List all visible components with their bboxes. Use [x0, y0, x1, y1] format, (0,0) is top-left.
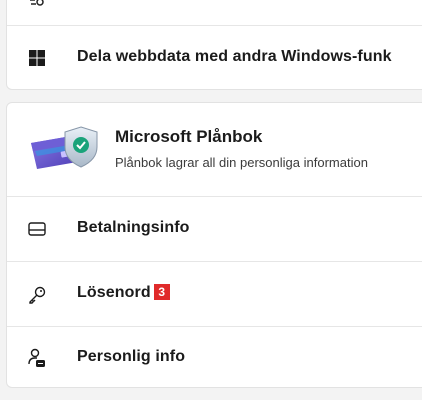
credit-card-icon: [27, 219, 47, 239]
wallet-title: Microsoft Plånbok: [115, 127, 263, 146]
passwords-label-group: Lösenord 3: [77, 284, 170, 302]
wallet-shield-illustration: [25, 121, 109, 185]
windows-logo-icon: [27, 48, 47, 68]
payment-info-row[interactable]: Betalningsinfo: [7, 197, 422, 261]
wallet-card: Microsoft Plånbok Plånbok lagrar all din…: [6, 102, 422, 388]
key-icon: [27, 285, 47, 305]
person-id-icon: [27, 348, 47, 368]
sharing-settings-card: Dela webbdata med andra Windows-funk: [6, 0, 422, 90]
payment-info-label: Betalningsinfo: [77, 219, 190, 236]
wallet-subtitle: Plånbok lagrar all din personliga inform…: [115, 155, 368, 170]
passwords-row[interactable]: Lösenord 3: [7, 262, 422, 326]
annotation-badge: 3: [153, 284, 170, 300]
personal-info-label: Personlig info: [77, 348, 186, 365]
settings-row-partial[interactable]: [7, 0, 422, 25]
personal-info-row[interactable]: Personlig info: [7, 327, 422, 389]
share-web-data-row[interactable]: Dela webbdata med andra Windows-funk: [7, 26, 422, 91]
share-web-data-label: Dela webbdata med andra Windows-funk: [77, 48, 392, 65]
wallet-header[interactable]: Microsoft Plånbok Plånbok lagrar all din…: [7, 103, 422, 195]
passwords-label: Lösenord: [77, 284, 151, 301]
settings-icon: [27, 0, 47, 9]
